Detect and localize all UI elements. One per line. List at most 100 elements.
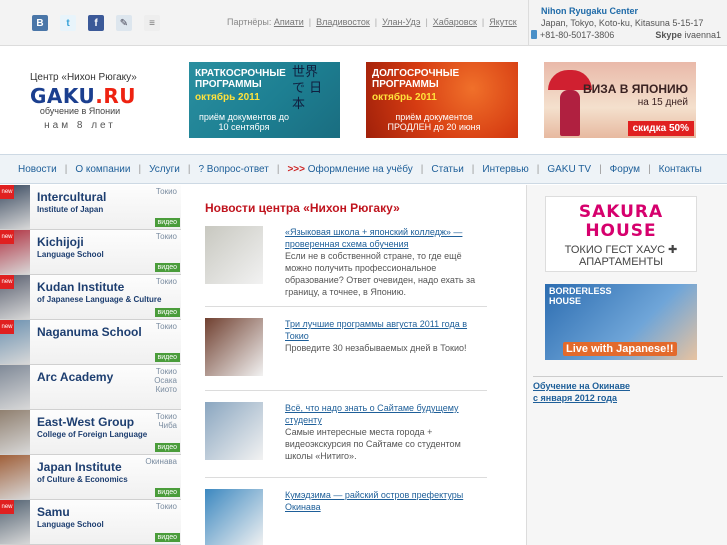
nav-item[interactable]: Интервью [482, 164, 528, 175]
partner-link[interactable]: Апиати [274, 17, 304, 27]
nav-item[interactable]: Статьи [431, 164, 463, 175]
partner-link[interactable]: Улан-Удэ [382, 17, 420, 27]
school-name: Kudan Institute [37, 280, 125, 294]
okinawa-promo: Обучение на Окинаве с января 2012 года [533, 376, 723, 404]
visa-banner[interactable]: ВИЗА В ЯПОНИЮ на 15 дней скидка 50% [544, 62, 696, 138]
nav-item[interactable]: ? Вопрос-ответ [198, 164, 268, 175]
video-badge[interactable]: видео [154, 353, 180, 362]
facebook-icon[interactable]: f [88, 15, 104, 31]
top-bar: Вt f ✎ ≡ Партнёры: Апиати | Владивосток | Улан-… [0, 0, 727, 46]
news-item: «Языковая школа + японский колледж» — пр… [205, 226, 490, 298]
news-divider [205, 477, 487, 478]
news-text: Проведите 30 незабываемых дней в Токио! [285, 343, 467, 353]
banner-title: Краткосрочные программы [195, 68, 286, 90]
nav-item-label: GAKU TV [547, 163, 592, 175]
nav-item[interactable]: Услуги [149, 164, 180, 175]
school-item[interactable]: new Kichijoji Language School Токио видео [0, 230, 181, 275]
partner-link[interactable]: Хабаровск [433, 17, 477, 27]
school-subname: of Culture & Economics [37, 475, 128, 484]
video-badge[interactable]: видео [154, 263, 180, 272]
partner-separator: | [308, 17, 312, 27]
school-name: Japan Institute [37, 460, 122, 474]
okinawa-link-2[interactable]: с января 2012 года [533, 393, 617, 403]
school-list: new Intercultural Institute of Japan Токио в… [0, 185, 181, 545]
video-badge[interactable]: видео [154, 443, 180, 452]
new-badge: new [0, 275, 14, 289]
logo-caption: Центр «Нихон Рюгаку» [30, 72, 137, 83]
school-photo [0, 455, 30, 499]
video-badge[interactable]: видео [154, 218, 180, 227]
twitter-icon[interactable]: t [60, 15, 76, 31]
news-thumbnail[interactable] [205, 402, 263, 460]
partner-link[interactable]: Владивосток [316, 17, 370, 27]
borderless-slogan: Live with Japanese!! [563, 342, 677, 356]
nav-arrow: >>> [287, 163, 305, 175]
nav-item[interactable]: Контакты [659, 164, 702, 175]
school-name: Intercultural [37, 190, 107, 204]
school-item[interactable]: new Intercultural Institute of Japan Токио в… [0, 185, 181, 230]
new-badge: new [0, 320, 14, 334]
school-item[interactable]: East-West Group College of Foreign Langua… [0, 410, 181, 455]
new-badge: new [0, 500, 14, 514]
sakura-title: SAKURA HOUSE [578, 202, 664, 241]
news-title-link[interactable]: «Языковая школа + японский колледж» — пр… [285, 226, 490, 250]
nav-item[interactable]: >>> Оформление на учёбу [287, 164, 412, 175]
video-badge[interactable]: видео [154, 308, 180, 317]
geisha-image [560, 90, 580, 136]
banner-kanji: 世界 で 日本 [292, 65, 323, 112]
news-thumbnail[interactable] [205, 318, 263, 376]
news-title-link[interactable]: Всё, что надо знать о Сайтаме будущему с… [285, 402, 490, 426]
borderless-title: BORDERLESS HOUSE [549, 286, 612, 306]
logo-years: нам 8 лет [44, 120, 116, 131]
rss-icon[interactable]: ≡ [144, 15, 160, 31]
logo-wordmark: GAKU.RU [30, 84, 137, 108]
nav-item-label: Статьи [431, 163, 464, 175]
nav-separator: | [138, 163, 142, 175]
school-item[interactable]: Arc Academy Токио Осака Киото [0, 365, 181, 410]
news-body: «Языковая школа + японский колледж» — пр… [285, 226, 490, 298]
nav-item-label: ? Вопрос-ответ [198, 163, 269, 175]
school-name: East-West Group [37, 415, 135, 429]
nav-item[interactable]: GAKU TV [547, 164, 591, 175]
sakura-house-banner[interactable]: SAKURA HOUSE ТОКИО ГЕСТ ХАУС ✚ АПАРТАМЕН… [545, 196, 697, 272]
livejournal-icon[interactable]: ✎ [116, 15, 132, 31]
nav-item[interactable]: Новости [18, 164, 57, 175]
school-city: Токио Чиба [155, 412, 177, 430]
school-subname: of Japanese Language & Culture [37, 295, 162, 304]
school-photo [0, 410, 30, 454]
news-thumbnail[interactable] [205, 226, 263, 284]
school-city: Окинава [145, 457, 177, 466]
news-divider [205, 306, 487, 307]
vk-icon[interactable]: В [32, 15, 48, 31]
news-body: Три лучшие программы августа 2011 года в… [285, 318, 490, 354]
site-logo[interactable]: Центр «Нихон Рюгаку» GAKU.RU обучение в … [30, 72, 137, 131]
school-city: Токио [155, 187, 177, 196]
banner-info: приём документов ПРОДЛЕН до 20 июня [387, 112, 481, 132]
nav-item-label: О компании [75, 163, 131, 175]
school-item[interactable]: new Samu Language School Токио видео [0, 500, 181, 545]
short-programs-banner[interactable]: Краткосрочные программы октябрь 2011 при… [189, 62, 340, 138]
video-badge[interactable]: видео [154, 533, 180, 542]
banner-info: приём документов до 10 сентября [198, 112, 290, 132]
social-links: Вt f ✎ ≡ [32, 15, 160, 31]
nav-item-label: Форум [609, 163, 641, 175]
school-name: Kichijoji [37, 235, 84, 249]
news-title-link[interactable]: Три лучшие программы августа 2011 года в… [285, 318, 490, 342]
news-thumbnail[interactable] [205, 489, 263, 545]
right-sidebar: SAKURA HOUSE ТОКИО ГЕСТ ХАУС ✚ АПАРТАМЕН… [526, 185, 727, 545]
new-badge: new [0, 230, 14, 244]
school-item[interactable]: new Kudan Institute of Japanese Language &… [0, 275, 181, 320]
nav-separator: | [64, 163, 68, 175]
partner-link[interactable]: Якутск [489, 17, 517, 27]
nav-item[interactable]: О компании [75, 164, 130, 175]
school-item[interactable]: new Naganuma School Токио видео [0, 320, 181, 365]
okinawa-link-1[interactable]: Обучение на Окинаве [533, 381, 630, 391]
nav-item[interactable]: Форум [610, 164, 640, 175]
borderless-house-banner[interactable]: BORDERLESS HOUSE Live with Japanese!! [545, 284, 697, 360]
logo-tagline: обучение в Японии [39, 106, 121, 116]
long-programs-banner[interactable]: Долгосрочные программы октябрь 2011 приё… [366, 62, 518, 138]
school-item[interactable]: Japan Institute of Culture & Economics Оки… [0, 455, 181, 500]
news-title-link[interactable]: Кумэдзима — райский остров префектуры Ок… [285, 489, 490, 513]
nav-separator: | [420, 163, 424, 175]
video-badge[interactable]: видео [154, 488, 180, 497]
